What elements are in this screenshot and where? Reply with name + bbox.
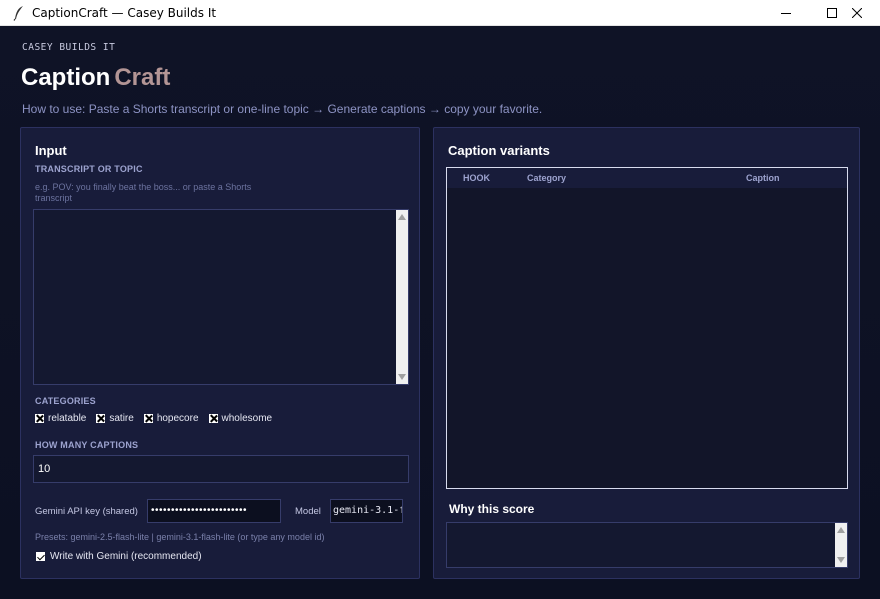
checkbox-x-icon[interactable] bbox=[96, 414, 106, 423]
column-caption[interactable]: Caption bbox=[746, 173, 780, 183]
variants-panel-title: Caption variants bbox=[448, 143, 550, 158]
caption-variants-table[interactable]: HOOK Category Caption bbox=[446, 167, 848, 489]
minimize-icon bbox=[781, 13, 791, 14]
category-wholesome-checkbox[interactable]: wholesome bbox=[208, 413, 273, 424]
api-key-input[interactable]: •••••••••••••••••••••••• bbox=[147, 499, 281, 523]
column-category[interactable]: Category bbox=[527, 173, 566, 183]
scroll-down-icon[interactable] bbox=[837, 557, 845, 563]
model-label: Model bbox=[295, 506, 321, 517]
categories-label: CATEGORIES bbox=[35, 396, 96, 406]
transcript-input[interactable] bbox=[33, 209, 409, 385]
window-title: CaptionCraft — Casey Builds It bbox=[32, 6, 217, 20]
brand-title: Caption Craft bbox=[21, 64, 170, 92]
how-to-text: How to use: Paste a Shorts transcript or… bbox=[22, 102, 543, 116]
checkbox-x-icon[interactable] bbox=[143, 414, 153, 423]
transcript-placeholder: e.g. POV: you finally beat the boss... o… bbox=[35, 182, 252, 203]
write-with-gemini-label: Write with Gemini (recommended) bbox=[50, 551, 202, 562]
category-label: hopecore bbox=[156, 413, 199, 424]
write-with-gemini-checkbox[interactable]: Write with Gemini (recommended) bbox=[36, 551, 202, 562]
column-hook[interactable]: HOOK bbox=[463, 173, 490, 183]
minimize-button[interactable] bbox=[763, 0, 809, 26]
app-root: CASEY BUILDS IT Caption Craft How to use:… bbox=[0, 26, 880, 599]
why-score-text[interactable] bbox=[446, 522, 848, 568]
transcript-scrollbar[interactable] bbox=[396, 210, 408, 384]
window-title-bar: CaptionCraft — Casey Builds It bbox=[0, 0, 880, 26]
brand-secondary: Craft bbox=[114, 64, 171, 91]
categories-group: relatable satire hopecore wholesome bbox=[35, 413, 272, 424]
input-panel-title: Input bbox=[35, 143, 67, 158]
model-input[interactable]: gemini-3.1-flash-lite bbox=[330, 499, 403, 523]
scroll-down-icon[interactable] bbox=[398, 374, 406, 380]
category-label: wholesome bbox=[221, 413, 273, 424]
checkmark-icon[interactable] bbox=[36, 552, 45, 561]
checkbox-x-icon[interactable] bbox=[208, 414, 218, 423]
scroll-up-icon[interactable] bbox=[398, 214, 406, 220]
input-panel: Input TRANSCRIPT OR TOPIC e.g. POV: you … bbox=[20, 127, 420, 579]
category-relatable-checkbox[interactable]: relatable bbox=[35, 413, 86, 424]
api-key-label: Gemini API key (shared) bbox=[35, 506, 138, 517]
close-icon bbox=[852, 8, 862, 18]
caption-count-input[interactable]: 10 bbox=[33, 455, 409, 483]
brand-primary: Caption bbox=[21, 64, 111, 91]
eyebrow-text: CASEY BUILDS IT bbox=[22, 42, 116, 53]
close-button[interactable] bbox=[834, 0, 880, 26]
category-label: relatable bbox=[48, 413, 87, 424]
checkbox-x-icon[interactable] bbox=[35, 414, 44, 423]
category-hopecore-checkbox[interactable]: hopecore bbox=[143, 413, 199, 424]
variants-panel: Caption variants HOOK Category Caption W… bbox=[433, 127, 860, 579]
category-satire-checkbox[interactable]: satire bbox=[96, 413, 134, 424]
why-score-title: Why this score bbox=[449, 502, 535, 516]
scroll-up-icon[interactable] bbox=[837, 527, 845, 533]
why-score-scrollbar[interactable] bbox=[835, 523, 847, 567]
table-header: HOOK Category Caption bbox=[447, 168, 847, 188]
transcript-label: TRANSCRIPT OR TOPIC bbox=[35, 164, 143, 174]
presets-text: Presets: gemini-2.5-flash-lite | gemini-… bbox=[35, 532, 325, 542]
category-label: satire bbox=[109, 413, 134, 424]
count-label: HOW MANY CAPTIONS bbox=[35, 440, 139, 450]
feather-icon bbox=[13, 6, 23, 21]
